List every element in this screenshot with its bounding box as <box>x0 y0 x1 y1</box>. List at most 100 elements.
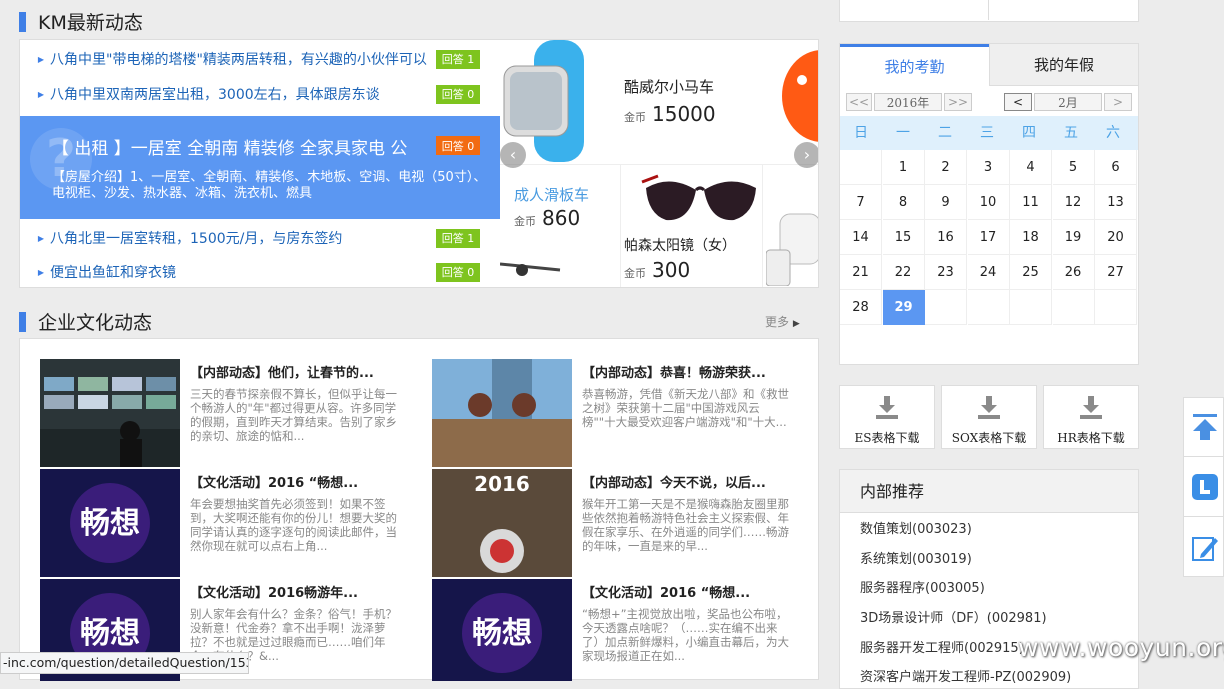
calendar-day[interactable]: 12 <box>1052 185 1095 220</box>
job-link[interactable]: 3D场景设计师（DF）(002981) <box>860 607 1047 626</box>
back-to-top-button[interactable] <box>1184 398 1224 457</box>
sunglasses-image[interactable] <box>640 168 760 238</box>
job-link[interactable]: 服务器开发工程师(002915) <box>860 637 1024 656</box>
calendar-day[interactable]: 1 <box>882 150 925 185</box>
calendar-day[interactable]: 2 <box>925 150 967 185</box>
km-item[interactable]: ▶ 便宜出鱼缸和穿衣镜 回答 0 <box>20 255 500 289</box>
calendar-day[interactable]: 22 <box>882 255 925 290</box>
calendar-day[interactable]: 15 <box>882 220 925 255</box>
poster-image[interactable]: 畅想 <box>432 579 572 687</box>
reply-badge[interactable]: 回答 1 <box>436 228 480 248</box>
news-title[interactable]: 【文化活动】2016 “畅想... <box>190 472 358 491</box>
calendar-day[interactable]: 16 <box>925 220 967 255</box>
download-sox-button[interactable]: SOX表格下载 <box>941 385 1037 449</box>
km-item[interactable]: ▶ 八角中里"带电梯的塔楼"精装两居转租，有兴趣的小伙伴可以 回答 1 <box>20 42 500 76</box>
feedback-button[interactable] <box>1184 458 1224 517</box>
job-link[interactable]: 资深客户端开发工程师-PZ(002909) <box>860 666 1071 685</box>
calendar-day[interactable]: 19 <box>1052 220 1095 255</box>
tab-my-attendance[interactable]: 我的考勤 <box>840 44 989 86</box>
calendar-day[interactable]: 20 <box>1095 220 1137 255</box>
news-summary: “畅想+”主视觉放出啦，奖品也公布啦，今天透露点啥呢？（……实在编不出来了）加点… <box>582 607 789 663</box>
scooter-image[interactable] <box>500 240 570 280</box>
month-display: 2月 <box>1034 93 1102 111</box>
calendar-day[interactable]: 8 <box>882 185 925 220</box>
calendar-day[interactable]: 24 <box>967 255 1010 290</box>
calendar-day[interactable]: 29 <box>882 290 925 325</box>
news-title[interactable]: 【内部动态】今天不说，以后... <box>582 472 766 491</box>
news-summary: 恭喜畅游，凭借《新天龙八部》和《救世之树》荣获第十二届"中国游戏风云榜""十大最… <box>582 387 789 429</box>
download-es-button[interactable]: ES表格下载 <box>839 385 935 449</box>
km-item-text[interactable]: 便宜出鱼缸和穿衣镜 <box>50 262 436 282</box>
more-link[interactable]: 更多 ▶ <box>765 313 800 330</box>
job-link[interactable]: 服务器程序(003005) <box>860 577 985 596</box>
calendar-day[interactable]: 25 <box>1010 255 1052 290</box>
calendar-day[interactable]: 23 <box>925 255 967 290</box>
next-month-button[interactable]: > <box>1104 93 1132 111</box>
tab-my-annual-leave[interactable]: 我的年假 <box>989 44 1138 86</box>
news-summary: 猴年开工第一天是不是猴嗨森胎友圈里那些依然抱着畅游特色社会主义探索假、年假在家享… <box>582 497 789 553</box>
job-link[interactable]: 数值策划(003023) <box>860 518 972 537</box>
toy-car-image[interactable] <box>778 46 818 146</box>
culture-panel: 畅想 畅想 2016 畅想 【内部动态】他们，让春节的... 三天的春节探亲假不… <box>19 338 819 681</box>
calendar-day[interactable]: 10 <box>967 185 1010 220</box>
km-featured-item[interactable]: ? 【 出租 】一居室 全朝南 精装修 全家具家电 公 回答 0 【房屋介绍】1… <box>20 116 500 219</box>
km-item[interactable]: ▶ 八角北里一居室转租，1500元/月，与房东签约 回答 1 <box>20 221 500 255</box>
calendar-day[interactable]: 26 <box>1052 255 1095 290</box>
calendar-day[interactable]: 17 <box>967 220 1010 255</box>
product-name[interactable]: 酷威尔小马车 <box>624 76 714 97</box>
news-summary: 三天的春节探亲假不算长，但似乎让每一个畅游人的"年"都过得更从容。许多同学的假期… <box>190 387 397 443</box>
reply-badge[interactable]: 回答 0 <box>436 136 480 155</box>
reply-badge[interactable]: 回答 0 <box>436 84 480 104</box>
poster-image[interactable]: 畅想 <box>40 469 180 577</box>
new-year-photo[interactable]: 2016 <box>432 469 572 577</box>
news-title[interactable]: 【文化活动】2016 “畅想... <box>582 582 750 601</box>
featured-description: 【房屋介绍】1、一居室、全朝南、精装修、木地板、空调、电视（50寸）、电视柜、沙… <box>52 170 487 201</box>
calendar-day[interactable]: 11 <box>1010 185 1052 220</box>
coin-unit: 金币 <box>624 267 646 280</box>
calendar-day[interactable]: 5 <box>1052 150 1095 185</box>
km-title-text: KM最新动态 <box>38 12 143 34</box>
award-photo[interactable] <box>432 359 572 467</box>
calendar-day[interactable]: 27 <box>1095 255 1137 290</box>
prev-month-button[interactable]: < <box>1004 93 1032 111</box>
calendar-day[interactable]: 18 <box>1010 220 1052 255</box>
news-title[interactable]: 【内部动态】恭喜！畅游荣获... <box>582 362 766 381</box>
more-link-text[interactable]: 更多 <box>765 315 789 329</box>
calendar-day[interactable]: 4 <box>1010 150 1052 185</box>
reply-badge[interactable]: 回答 1 <box>436 49 480 69</box>
calendar-empty-cell <box>1095 290 1137 325</box>
gadget-image[interactable] <box>766 210 818 286</box>
weekday-label: 一 <box>896 125 910 141</box>
calendar-day[interactable]: 21 <box>840 255 882 290</box>
job-link[interactable]: 系统策划(003019) <box>860 548 972 567</box>
calendar-day[interactable]: 13 <box>1095 185 1137 220</box>
control-room-photo[interactable] <box>40 359 180 467</box>
km-item-text[interactable]: 八角中里"带电梯的塔楼"精装两居转租，有兴趣的小伙伴可以 <box>50 49 436 69</box>
km-item[interactable]: ▶ 八角中里双南两居室出租，3000左右，具体跟房东谈 回答 0 <box>20 77 500 111</box>
km-question-list: ▶ 八角中里"带电梯的塔楼"精装两居转租，有兴趣的小伙伴可以 回答 1 ▶ 八角… <box>20 40 500 287</box>
calendar-day[interactable]: 14 <box>840 220 882 255</box>
calendar-day[interactable]: 3 <box>967 150 1010 185</box>
carousel-prev-button[interactable]: ‹ <box>500 142 526 168</box>
calendar-day[interactable]: 28 <box>840 290 882 325</box>
calendar-day[interactable]: 9 <box>925 185 967 220</box>
edit-button[interactable] <box>1184 518 1224 577</box>
news-title[interactable]: 【文化活动】2016畅游年... <box>190 582 358 601</box>
km-item-text[interactable]: 八角北里一居室转租，1500元/月，与房东签约 <box>50 228 436 248</box>
reply-badge[interactable]: 回答 0 <box>436 262 480 282</box>
weekday-label: 二 <box>938 125 952 141</box>
download-hr-button[interactable]: HR表格下载 <box>1043 385 1139 449</box>
calendar-day[interactable]: 6 <box>1095 150 1137 185</box>
next-year-button[interactable]: >> <box>944 93 972 111</box>
calendar-empty-cell <box>925 290 967 325</box>
news-title[interactable]: 【内部动态】他们，让春节的... <box>190 362 374 381</box>
carousel-next-button[interactable]: › <box>794 142 818 168</box>
culture-title-text: 企业文化动态 <box>38 312 153 334</box>
product-name[interactable]: 帕森太阳镜（女） <box>624 235 736 255</box>
calendar-day[interactable]: 7 <box>840 185 882 220</box>
featured-title[interactable]: 【 出租 】一居室 全朝南 精装修 全家具家电 公 <box>52 134 432 159</box>
product-name[interactable]: 成人滑板车 <box>514 184 589 205</box>
download-icon <box>876 396 898 419</box>
prev-year-button[interactable]: << <box>846 93 872 111</box>
km-item-text[interactable]: 八角中里双南两居室出租，3000左右，具体跟房东谈 <box>50 84 436 104</box>
